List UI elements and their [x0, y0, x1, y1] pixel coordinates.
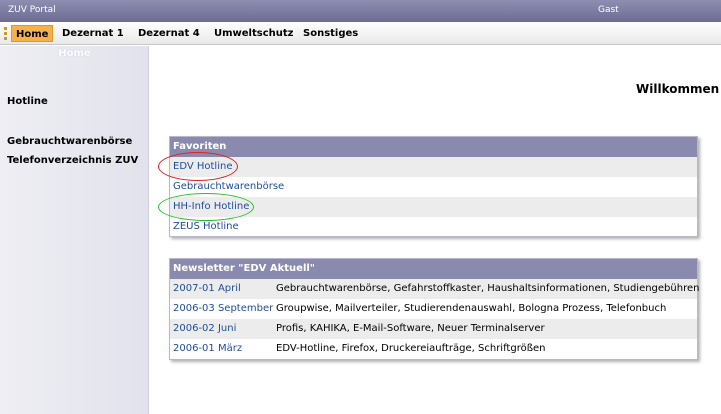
newsletter-topics: Groupwise, Mailverteiler, Studierendenau…: [276, 303, 667, 314]
sidebar-item-gebrauchtwarenboerse[interactable]: Gebrauchtwarenbörse: [7, 136, 132, 147]
newsletter-row: 2006-03 September Groupwise, Mailverteile…: [170, 299, 697, 319]
nav-sonstiges[interactable]: Sonstiges: [299, 25, 362, 42]
favorite-link-hh-info-hotline[interactable]: HH-Info Hotline: [173, 201, 249, 212]
nav-home[interactable]: Home: [11, 25, 54, 42]
favorites-box: Favoriten EDV Hotline Gebrauchtwarenbörs…: [169, 136, 698, 237]
favorite-item: ZEUS Hotline: [170, 217, 697, 237]
newsletter-date-link[interactable]: 2006-01 März: [173, 339, 276, 359]
welcome-heading: Willkommen im: [636, 82, 721, 96]
nav-dezernat-1[interactable]: Dezernat 1: [58, 25, 128, 42]
newsletter-row: 2006-02 Juni Profis, KAHIKA, E-Mail-Softw…: [170, 319, 697, 339]
newsletter-row: 2007-01 April Gebrauchtwarenbörse, Gefahr…: [170, 279, 700, 299]
newsletter-date-link[interactable]: 2006-03 September: [173, 299, 276, 319]
nav-dezernat-4[interactable]: Dezernat 4: [134, 25, 204, 42]
newsletter-topics: Gebrauchtwarenbörse, Gefahrstoffkaster, …: [276, 283, 700, 294]
grip-icon: [4, 27, 7, 40]
sidebar: Home Hotline Gebrauchtwarenbörse Telefon…: [0, 46, 149, 414]
favorite-link-zeus-hotline[interactable]: ZEUS Hotline: [173, 221, 239, 232]
user-name: Gast: [598, 5, 619, 15]
sidebar-item-telefonverzeichnis[interactable]: Telefonverzeichnis ZUV: [7, 155, 138, 166]
favorite-item: Gebrauchtwarenbörse: [170, 177, 697, 197]
newsletter-row: 2006-01 März EDV-Hotline, Firefox, Drucke…: [170, 339, 697, 359]
newsletter-date-link[interactable]: 2007-01 April: [173, 279, 276, 299]
favorite-item: EDV Hotline: [170, 157, 697, 177]
sidebar-header: Home: [58, 48, 91, 59]
nav-umweltschutz[interactable]: Umweltschutz: [210, 25, 298, 42]
sidebar-item-hotline[interactable]: Hotline: [7, 96, 48, 107]
newsletter-topics: Profis, KAHIKA, E-Mail-Software, Neuer T…: [276, 323, 545, 334]
newsletter-header: Newsletter "EDV Aktuell": [170, 259, 697, 279]
title-bar: ZUV Portal Gast: [0, 0, 721, 22]
newsletter-topics: EDV-Hotline, Firefox, Druckereiaufträge,…: [276, 343, 546, 354]
newsletter-box: Newsletter "EDV Aktuell" 2007-01 April Ge…: [169, 258, 700, 360]
favorites-header: Favoriten: [170, 137, 697, 157]
newsletter-date-link[interactable]: 2006-02 Juni: [173, 319, 276, 339]
main-nav: Home Dezernat 1 Dezernat 4 Umweltschutz …: [0, 22, 721, 45]
favorite-link-gebrauchtwarenboerse[interactable]: Gebrauchtwarenbörse: [173, 181, 284, 192]
favorite-item: HH-Info Hotline: [170, 197, 697, 217]
app-title: ZUV Portal: [8, 5, 56, 15]
favorite-link-edv-hotline[interactable]: EDV Hotline: [173, 161, 232, 172]
